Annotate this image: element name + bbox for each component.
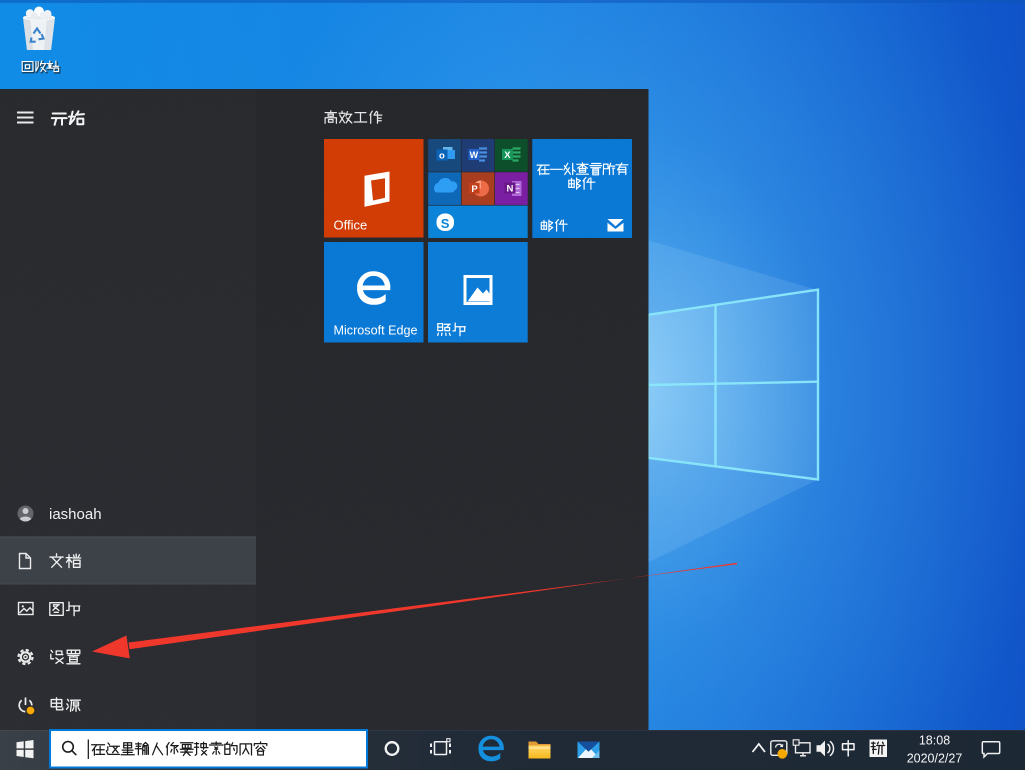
svg-text:iashoah: iashoah xyxy=(49,506,102,523)
svg-text:Microsoft Edge: Microsoft Edge xyxy=(334,324,418,338)
svg-text:2020/2/27: 2020/2/27 xyxy=(907,752,963,766)
svg-text:18:08: 18:08 xyxy=(919,734,950,748)
svg-text:o: o xyxy=(439,151,445,162)
svg-text:X: X xyxy=(504,150,511,161)
svg-text:Office: Office xyxy=(334,218,368,233)
svg-text:W: W xyxy=(470,150,479,160)
svg-text:P: P xyxy=(471,184,478,195)
svg-text:N: N xyxy=(507,184,514,195)
svg-text:S: S xyxy=(441,216,450,231)
